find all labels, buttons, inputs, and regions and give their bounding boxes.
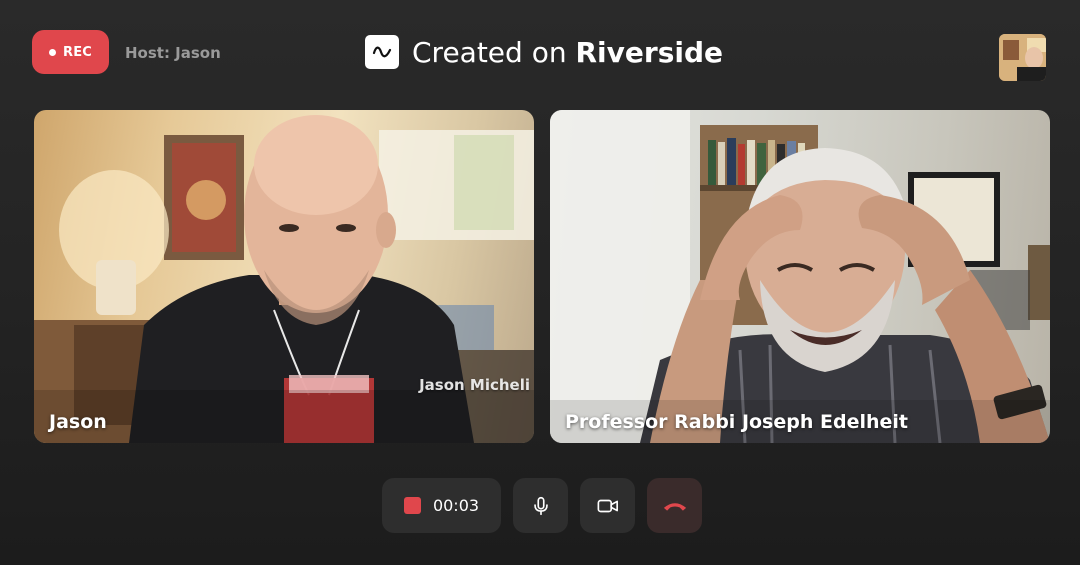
video-camera-icon [597, 499, 618, 512]
rec-label: REC [62, 44, 93, 60]
recording-timer-button[interactable]: 00:03 [382, 478, 501, 533]
leave-call-button[interactable] [647, 478, 702, 533]
participant-name-label: Jason [49, 411, 107, 433]
microphone-button[interactable] [513, 478, 568, 533]
video-tile-professor[interactable]: Professor Rabbi Joseph Edelheit [550, 110, 1050, 443]
brand-banner: Created on Riverside [365, 33, 723, 71]
recording-dot-icon [48, 48, 56, 56]
video-tile-jason[interactable]: Jason Micheli Jason [34, 110, 534, 443]
microphone-icon [533, 496, 548, 515]
participant-name-label: Professor Rabbi Joseph Edelheit [565, 411, 908, 433]
brand-name: Riverside [575, 35, 724, 69]
hang-up-phone-icon [663, 502, 686, 511]
video-watermark: Jason Micheli [419, 376, 530, 394]
brand-prefix: Created on [412, 35, 567, 69]
brand-text: Created on Riverside [412, 36, 723, 69]
camera-button[interactable] [580, 478, 635, 533]
self-view-thumbnail[interactable] [999, 34, 1046, 81]
recording-timer: 00:03 [432, 496, 480, 515]
rec-badge[interactable]: REC [32, 30, 109, 74]
riverside-logo-icon [365, 35, 399, 69]
video-feed-professor [550, 110, 1050, 443]
stop-square-icon [403, 497, 421, 514]
host-label: Host: Jason [125, 44, 221, 62]
